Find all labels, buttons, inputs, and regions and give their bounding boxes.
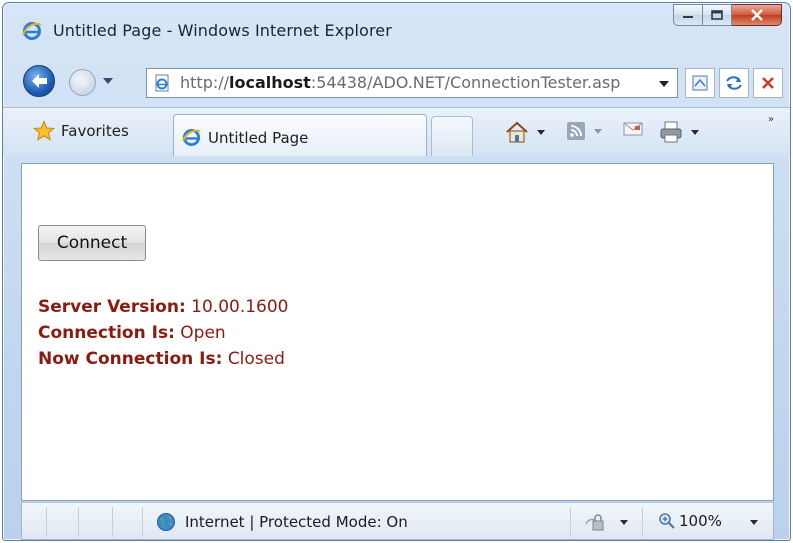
maximize-button[interactable] [703,4,732,26]
connection-state-value: Open [180,323,226,343]
status-divider [570,507,571,537]
home-icon [506,121,528,143]
url-host: localhost [229,73,311,92]
navigation-bar: http://localhost:54438/ADO.NET/Connectio… [3,55,790,105]
compatibility-view-button[interactable] [685,68,715,98]
refresh-icon [726,76,742,90]
page-content: Connect Server Version: 10.00.1600 Conne… [21,163,774,501]
star-icon [33,120,55,141]
url-scheme: http:// [180,73,230,92]
final-connection-state-label: Now Connection Is: [38,349,223,369]
connect-button[interactable]: Connect [38,225,146,261]
back-arrow-icon [32,74,47,88]
maximize-icon [711,10,723,20]
server-version-line: Server Version: 10.00.1600 [38,294,289,320]
connection-info: Server Version: 10.00.1600 Connection Is… [38,294,289,372]
feeds-dropdown-arrow[interactable] [594,128,602,134]
close-window-button[interactable] [732,4,782,26]
read-mail-button[interactable] [623,121,643,137]
final-connection-state-line: Now Connection Is: Closed [38,346,289,372]
security-zone[interactable]: Internet | Protected Mode: On [156,512,408,532]
globe-icon [157,513,175,531]
zoom-control[interactable]: 100% [658,512,722,530]
url-text[interactable]: http://localhost:54438/ADO.NET/Connectio… [180,73,620,92]
magnifier-icon [659,513,675,529]
tab-title: Untitled Page [208,129,309,147]
protected-mode-dropdown-arrow[interactable] [620,520,628,525]
tab-bar: Favorites Untitled Page » [3,107,790,156]
caption-buttons [673,4,782,30]
print-button[interactable] [659,121,699,143]
close-icon [750,9,763,21]
stop-icon [762,77,774,89]
ie-logo-icon [22,22,42,40]
address-bar[interactable]: http://localhost:54438/ADO.NET/Connectio… [146,68,678,98]
status-divider [112,507,113,537]
zoom-level: 100% [679,512,722,530]
recent-pages-dropdown[interactable] [103,78,113,84]
title-bar: Untitled Page - Windows Internet Explore… [3,3,790,55]
refresh-button[interactable] [719,68,749,98]
back-button[interactable] [23,65,55,97]
minimize-button[interactable] [673,4,703,26]
minimize-icon [683,16,693,18]
compatibility-view-icon [692,75,708,91]
tab-untitled-page[interactable]: Untitled Page [173,114,427,156]
feeds-button[interactable] [566,121,602,141]
favorites-label: Favorites [61,122,129,140]
forward-arrow-icon [76,76,89,89]
print-icon [660,121,682,143]
server-version-value: 10.00.1600 [191,297,289,317]
favorites-button[interactable]: Favorites [33,120,129,142]
url-path: :54438/ADO.NET/ConnectionTester.aspx [310,73,620,92]
new-tab-button[interactable] [431,116,473,156]
connection-state-label: Connection Is: [38,323,175,343]
browser-window: Untitled Page - Windows Internet Explore… [2,2,791,541]
mail-icon [623,122,643,136]
address-dropdown-arrow[interactable] [659,81,669,87]
lock-icon [585,514,604,531]
server-version-label: Server Version: [38,297,186,317]
zoom-dropdown-arrow[interactable] [750,520,758,525]
security-zone-text: Internet | Protected Mode: On [185,513,408,531]
print-dropdown-arrow[interactable] [691,129,699,135]
status-divider [78,507,79,537]
connection-state-line: Connection Is: Open [38,320,289,346]
status-divider [46,507,47,537]
forward-button[interactable] [69,69,96,96]
status-divider [642,507,643,537]
stop-button[interactable] [753,68,783,98]
home-button[interactable] [505,121,545,143]
final-connection-state-value: Closed [227,349,285,369]
page-icon [155,74,169,92]
toolbar-overflow-chevron[interactable]: » [768,114,774,125]
window-title: Untitled Page - Windows Internet Explore… [53,21,392,40]
home-dropdown-arrow[interactable] [537,129,545,135]
ie-logo-icon [182,128,201,147]
status-bar: Internet | Protected Mode: On 100% [21,502,774,540]
status-divider [142,507,143,537]
rss-feed-icon [567,122,585,140]
protected-mode-button[interactable] [584,512,606,536]
